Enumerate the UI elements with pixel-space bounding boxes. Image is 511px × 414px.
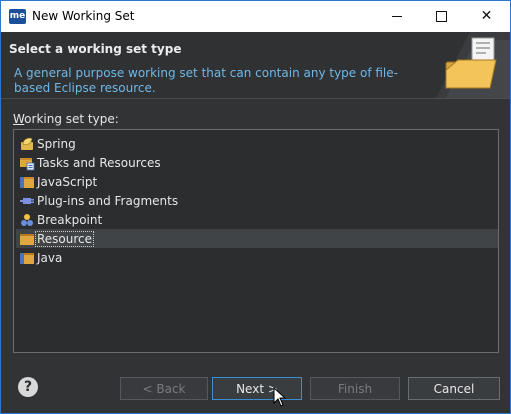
help-button[interactable]: ? [18,377,38,397]
wizard-title: Select a working set type [9,42,182,56]
wizard-header: Select a working set type A general purp… [1,32,510,98]
mouse-pointer-icon [273,387,287,407]
list-item-label: Breakpoint [37,213,103,227]
label-rest: orking set type: [24,112,119,126]
label-mnemonic: W [13,112,25,126]
minimize-icon [391,15,402,17]
title-bar: me New Working Set ✕ [1,1,510,32]
list-item-javascript[interactable]: JavaScript [16,172,498,191]
list-item-spring[interactable]: Spring [16,134,498,153]
finish-button[interactable]: Finish [310,377,400,400]
new-working-set-dialog: me New Working Set ✕ Select a working se… [0,0,511,414]
tasks-folder-icon [20,158,35,171]
java-folder-icon [20,253,34,264]
list-item-label: Resource [34,231,95,247]
close-button[interactable]: ✕ [464,1,509,31]
list-item-plug-ins-and-fragments[interactable]: Plug-ins and Fragments [16,191,498,210]
list-item-tasks-and-resources[interactable]: Tasks and Resources [16,153,498,172]
working-set-type-label: Working set type: [13,112,119,126]
breakpoint-icon [21,214,33,226]
header-separator [1,98,510,99]
list-item-label: Java [37,251,63,265]
plugin-icon [20,198,34,204]
list-item-resource[interactable]: Resource [16,229,498,248]
help-icon: ? [23,379,33,395]
spring-leaf-icon [21,137,33,150]
cancel-button[interactable]: Cancel [408,377,500,400]
resource-folder-icon [20,234,34,245]
maximize-icon [436,10,447,22]
list-item-label: Tasks and Resources [37,156,161,170]
back-button[interactable]: < Back [120,377,208,400]
list-item-label: JavaScript [37,175,98,189]
next-button[interactable]: Next > [212,377,302,400]
minimize-button[interactable] [374,1,419,31]
list-item-label: Spring [37,137,76,151]
list-item-breakpoint[interactable]: Breakpoint [16,210,498,229]
javascript-folder-icon [20,177,34,188]
window-title: New Working Set [32,9,135,23]
list-item-java[interactable]: Java [16,248,498,267]
wizard-description: A general purpose working set that can c… [14,66,398,95]
maximize-button[interactable] [419,1,464,31]
working-set-type-list[interactable]: Spring Tasks and Resources JavaScript Pl… [13,129,499,353]
list-item-label: Plug-ins and Fragments [37,194,179,208]
app-icon: me [9,9,26,24]
working-set-folder-icon [436,32,510,98]
close-icon: ✕ [480,8,493,24]
